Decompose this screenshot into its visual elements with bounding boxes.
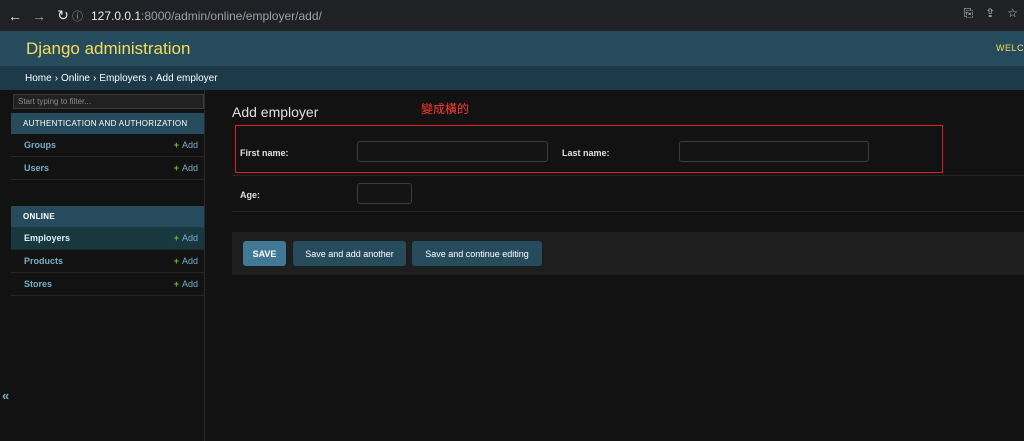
- toggle-nav-sidebar-icon[interactable]: «: [2, 388, 9, 403]
- share-icon[interactable]: ⇪: [985, 6, 995, 21]
- site-info-icon[interactable]: ⓘ: [72, 8, 83, 24]
- forward-icon[interactable]: →: [28, 5, 50, 27]
- add-plus-icon: +: [173, 279, 179, 289]
- first-name-field[interactable]: [357, 141, 548, 162]
- user-tools: WELC: [995, 43, 1024, 53]
- first-name-label: First name:: [240, 148, 289, 158]
- breadcrumb-separator: ›: [149, 72, 153, 84]
- model-link[interactable]: Products: [24, 256, 63, 266]
- browser-toolbar: ← → ↻ ⓘ 127.0.0.1:8000/admin/online/empl…: [0, 0, 1024, 31]
- age-label: Age:: [240, 190, 260, 200]
- nav-sidebar: Start typing to filter... AUTHENTICATION…: [11, 90, 205, 441]
- add-plus-icon: +: [173, 140, 179, 150]
- submit-row: SAVE Save and add another Save and conti…: [232, 232, 1024, 275]
- model-link[interactable]: Groups: [24, 140, 56, 150]
- page-title: Add employer: [232, 104, 319, 120]
- sidebar-item-groups: Groups + Add: [11, 134, 204, 157]
- model-link[interactable]: Employers: [24, 233, 70, 243]
- add-label: Add: [181, 163, 198, 173]
- breadcrumb-home[interactable]: Home: [25, 73, 52, 84]
- form-row-divider: [232, 175, 1024, 176]
- save-and-add-another-button[interactable]: Save and add another: [293, 241, 406, 266]
- last-name-label: Last name:: [562, 148, 610, 158]
- translate-icon[interactable]: ⎘: [964, 6, 974, 21]
- breadcrumb-current: Add employer: [155, 72, 218, 84]
- save-and-continue-button[interactable]: Save and continue editing: [412, 241, 542, 266]
- url-host: 127.0.0.1: [91, 8, 142, 23]
- save-button[interactable]: SAVE: [243, 241, 286, 266]
- sidebar-item-products: Products + Add: [11, 250, 204, 273]
- breadcrumb-employers[interactable]: Employers: [99, 73, 146, 84]
- add-link[interactable]: + Add: [174, 140, 198, 150]
- site-brand[interactable]: Django administration: [26, 39, 190, 59]
- sidebar-filter-input[interactable]: Start typing to filter...: [13, 94, 204, 109]
- add-plus-icon: +: [173, 256, 179, 266]
- model-link[interactable]: Users: [24, 163, 49, 173]
- add-label: Add: [181, 140, 198, 150]
- breadcrumb-online[interactable]: Online: [61, 73, 90, 84]
- add-link[interactable]: + Add: [174, 279, 198, 289]
- url-path: :8000/admin/online/employer/add/: [141, 8, 322, 23]
- reload-icon[interactable]: ↻: [52, 5, 74, 27]
- add-label: Add: [181, 279, 198, 289]
- form-row-divider: [232, 211, 1024, 212]
- add-label: Add: [181, 256, 198, 266]
- app-module-auth: AUTHENTICATION AND AUTHORIZATION Groups …: [11, 113, 204, 180]
- admin-header: Django administration WELC: [0, 31, 1024, 66]
- breadcrumb-separator: ›: [54, 72, 59, 84]
- add-link[interactable]: + Add: [174, 233, 198, 243]
- add-link[interactable]: + Add: [174, 163, 198, 173]
- age-field[interactable]: [357, 183, 412, 204]
- annotation-note: 變成橫的: [421, 102, 470, 116]
- app-module-online: ONLINE Employers + Add Products + Add Stor…: [11, 206, 204, 296]
- model-link[interactable]: Stores: [24, 279, 52, 289]
- breadcrumb-separator: ›: [92, 72, 97, 84]
- add-link[interactable]: + Add: [174, 256, 198, 266]
- add-plus-icon: +: [173, 163, 179, 173]
- last-name-field[interactable]: [679, 141, 869, 162]
- sidebar-item-users: Users + Add: [11, 157, 204, 180]
- add-label: Add: [181, 233, 198, 243]
- module-caption[interactable]: ONLINE: [11, 206, 204, 227]
- breadcrumb: Home › Online › Employers › Add employer: [0, 66, 1024, 90]
- back-icon[interactable]: ←: [4, 5, 26, 27]
- bookmark-star-icon[interactable]: ☆: [1007, 6, 1018, 21]
- module-caption[interactable]: AUTHENTICATION AND AUTHORIZATION: [11, 113, 204, 134]
- sidebar-item-stores: Stores + Add: [11, 273, 204, 296]
- sidebar-item-employers: Employers + Add: [11, 227, 204, 250]
- add-plus-icon: +: [173, 233, 179, 243]
- address-bar[interactable]: ⓘ 127.0.0.1:8000/admin/online/employer/a…: [72, 4, 962, 27]
